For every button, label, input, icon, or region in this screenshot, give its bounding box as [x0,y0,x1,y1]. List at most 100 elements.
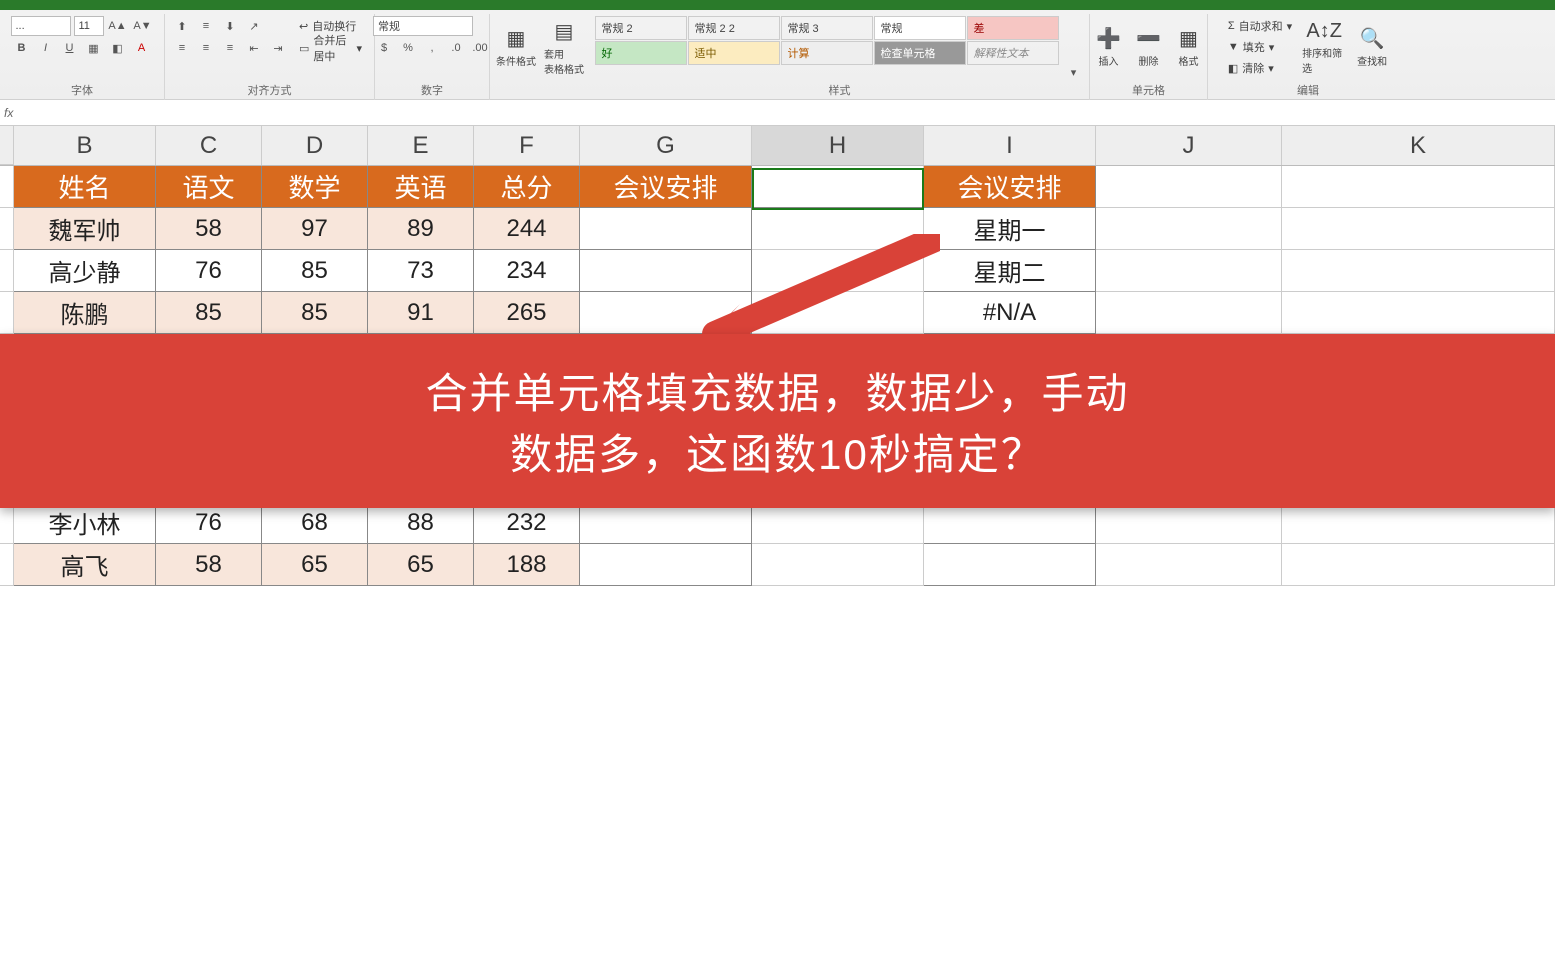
style-item[interactable]: 检查单元格 [874,41,966,65]
cell-name[interactable]: 高飞 [14,544,156,586]
cell-meeting-i[interactable]: 星期一 [924,208,1096,250]
cell-total[interactable]: 244 [474,208,580,250]
merge-center-button[interactable]: ▭合并后居中▾ [293,38,368,58]
empty-cell[interactable] [752,166,924,208]
format-cells-button[interactable]: ▦格式 [1171,16,1207,78]
bold-icon[interactable]: B [11,38,33,58]
col-header[interactable]: D [262,126,368,165]
style-item[interactable]: 适中 [688,41,780,65]
cell-name[interactable]: 李小林 [14,502,156,544]
style-item[interactable]: 好 [595,41,687,65]
empty-cell[interactable] [752,502,924,544]
align-center-icon[interactable]: ≡ [195,38,217,58]
currency-icon[interactable]: $ [373,38,395,58]
empty-cell[interactable] [1096,292,1282,334]
cell-total[interactable]: 234 [474,250,580,292]
dec-decimal-icon[interactable]: .00 [469,38,491,58]
col-header[interactable]: B [14,126,156,165]
empty-cell[interactable] [1096,166,1282,208]
cell-english[interactable]: 91 [368,292,474,334]
column-headers[interactable]: B C D E F G H I J K [0,126,1555,166]
number-format-select[interactable]: 常规 [373,16,473,36]
cell-math[interactable]: 85 [262,250,368,292]
cell-math[interactable]: 65 [262,544,368,586]
clear-button[interactable]: ◧清除▾ [1222,58,1298,78]
cell-math[interactable]: 97 [262,208,368,250]
cell-english[interactable]: 65 [368,544,474,586]
style-item[interactable]: 常规 2 [595,16,687,40]
col-header[interactable]: G [580,126,752,165]
col-header[interactable]: J [1096,126,1282,165]
indent-inc-icon[interactable]: ⇥ [267,38,289,58]
cell-chinese[interactable]: 58 [156,544,262,586]
font-size-select[interactable]: 11 [74,16,104,36]
style-item[interactable]: 常规 [874,16,966,40]
autosum-button[interactable]: Σ自动求和▾ [1222,16,1298,36]
inc-decimal-icon[interactable]: .0 [445,38,467,58]
comma-icon[interactable]: , [421,38,443,58]
empty-cell[interactable] [1096,544,1282,586]
decrease-font-icon[interactable]: A▼ [132,16,154,36]
cell-meeting-i[interactable] [924,502,1096,544]
border-icon[interactable]: ▦ [83,38,105,58]
align-bottom-icon[interactable]: ⬇ [219,16,241,36]
insert-cells-button[interactable]: ➕插入 [1091,16,1127,78]
cell-total[interactable]: 188 [474,544,580,586]
percent-icon[interactable]: % [397,38,419,58]
cell-chinese[interactable]: 76 [156,250,262,292]
cell-chinese[interactable]: 58 [156,208,262,250]
empty-cell[interactable] [1282,292,1555,334]
style-item[interactable]: 常规 2 2 [688,16,780,40]
cell-meeting-g[interactable] [580,544,752,586]
cell-total[interactable]: 232 [474,502,580,544]
style-item[interactable]: 解释性文本 [967,41,1059,65]
align-left-icon[interactable]: ≡ [171,38,193,58]
col-header[interactable]: K [1282,126,1555,165]
formula-bar[interactable]: fx [0,100,1555,126]
col-header[interactable]: E [368,126,474,165]
align-right-icon[interactable]: ≡ [219,38,241,58]
empty-cell[interactable] [1282,544,1555,586]
sort-filter-button[interactable]: A↕Z排序和筛选 [1302,16,1346,78]
empty-cell[interactable] [1282,502,1555,544]
fx-icon[interactable]: fx [4,106,13,120]
cell-english[interactable]: 73 [368,250,474,292]
empty-cell[interactable] [1282,166,1555,208]
conditional-format-button[interactable]: ▦条件格式 [494,16,538,78]
orientation-icon[interactable]: ↗ [243,16,265,36]
empty-cell[interactable] [1282,208,1555,250]
cell-meeting-i[interactable]: #N/A [924,292,1096,334]
cell-math[interactable]: 68 [262,502,368,544]
cell-meeting-i[interactable]: 星期二 [924,250,1096,292]
styles-more-icon[interactable]: ▾ [1063,62,1085,82]
italic-icon[interactable]: I [35,38,57,58]
empty-cell[interactable] [1282,250,1555,292]
style-item[interactable]: 常规 3 [781,16,873,40]
col-header[interactable]: C [156,126,262,165]
cell-english[interactable]: 88 [368,502,474,544]
cell-name[interactable]: 魏军帅 [14,208,156,250]
style-item[interactable]: 计算 [781,41,873,65]
table-format-button[interactable]: ▤套用 表格格式 [542,16,586,78]
col-header[interactable]: I [924,126,1096,165]
cell-math[interactable]: 85 [262,292,368,334]
cell-name[interactable]: 陈鹏 [14,292,156,334]
formula-input[interactable] [21,106,1555,120]
cell-total[interactable]: 265 [474,292,580,334]
empty-cell[interactable] [752,544,924,586]
underline-icon[interactable]: U [59,38,81,58]
cell-meeting-g[interactable] [580,502,752,544]
col-header[interactable]: F [474,126,580,165]
col-header-selected[interactable]: H [752,126,924,165]
delete-cells-button[interactable]: ➖删除 [1131,16,1167,78]
cell-meeting-i[interactable] [924,544,1096,586]
empty-cell[interactable] [1096,502,1282,544]
increase-font-icon[interactable]: A▲ [107,16,129,36]
cell-chinese[interactable]: 76 [156,502,262,544]
indent-dec-icon[interactable]: ⇤ [243,38,265,58]
find-button[interactable]: 🔍查找和 [1350,16,1394,78]
ribbon-tabs[interactable] [0,0,1555,10]
align-top-icon[interactable]: ⬆ [171,16,193,36]
style-item[interactable]: 差 [967,16,1059,40]
cell-name[interactable]: 高少静 [14,250,156,292]
